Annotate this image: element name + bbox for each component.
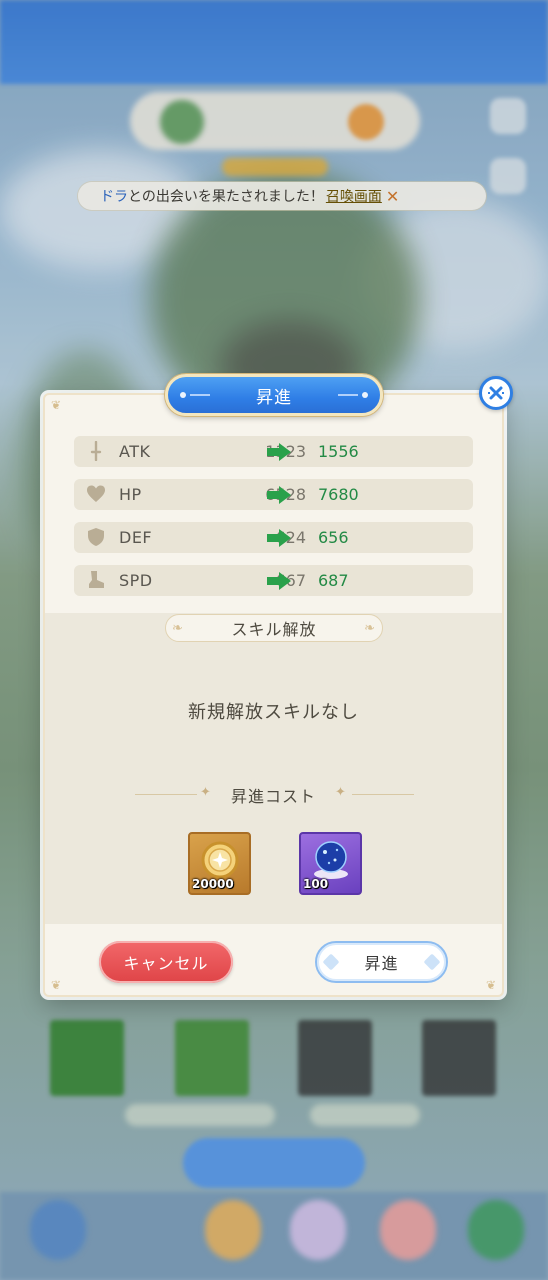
stat-name: ATK (119, 442, 151, 461)
no-skill-message: 新規解放スキルなし (188, 702, 359, 723)
cost-item-crystal[interactable]: 100 (299, 832, 362, 895)
stat-row-hp: HP 6528 7680 (74, 479, 473, 510)
corner-ornament-icon: ❦ (485, 978, 496, 992)
stat-before: 667 (275, 571, 306, 590)
skill-section-title: スキル解放 (231, 620, 317, 639)
arrow-right-icon (267, 486, 291, 504)
skill-section-header: ❧ スキル解放 ❧ (165, 614, 383, 642)
ornament-icon: ❧ (172, 621, 184, 636)
ornament-icon: ✦ (335, 785, 346, 800)
sword-icon (90, 441, 102, 461)
stat-after: 7680 (318, 485, 359, 504)
divider (352, 794, 414, 795)
cost-title: 昇進コスト (230, 787, 316, 806)
close-icon (488, 386, 504, 400)
promote-button-label: 昇進 (364, 954, 399, 973)
shield-icon (88, 528, 104, 546)
corner-ornament-icon: ❦ (51, 978, 62, 992)
cancel-button-label: キャンセル (123, 954, 209, 973)
cancel-button[interactable]: キャンセル (99, 941, 233, 983)
arrow-right-icon (267, 443, 291, 461)
stat-after: 656 (318, 528, 349, 547)
corner-ornament-icon: ❦ (51, 398, 62, 412)
promote-button[interactable]: 昇進 (315, 941, 448, 983)
stat-before: 624 (275, 528, 306, 547)
skill-section (45, 613, 502, 924)
stat-after: 1556 (318, 442, 359, 461)
stat-name: DEF (119, 528, 153, 547)
close-dialog-button[interactable] (479, 376, 513, 410)
stat-row-atk: ATK 1323 1556 (74, 436, 473, 467)
dialog-title: 昇進 (165, 374, 383, 416)
gold-coin-icon (201, 841, 239, 879)
stat-row-def: DEF 624 656 (74, 522, 473, 553)
stat-before: 1323 (224, 442, 306, 461)
dialog-title-text: 昇進 (256, 387, 292, 408)
stat-after: 687 (318, 571, 349, 590)
stat-name: SPD (119, 571, 153, 590)
item-quantity: 20000 (192, 877, 234, 891)
stat-before: 6528 (224, 485, 306, 504)
arrow-right-icon (267, 529, 291, 547)
boot-icon (89, 571, 104, 588)
crystal-orb-icon (314, 841, 348, 879)
heart-icon (87, 485, 105, 502)
item-quantity: 100 (303, 877, 329, 891)
stat-name: HP (119, 485, 142, 504)
cost-item-gold[interactable]: 20000 (188, 832, 251, 895)
arrow-right-icon (267, 572, 291, 590)
stat-row-spd: SPD 667 687 (74, 565, 473, 596)
ornament-icon: ❧ (364, 621, 376, 636)
